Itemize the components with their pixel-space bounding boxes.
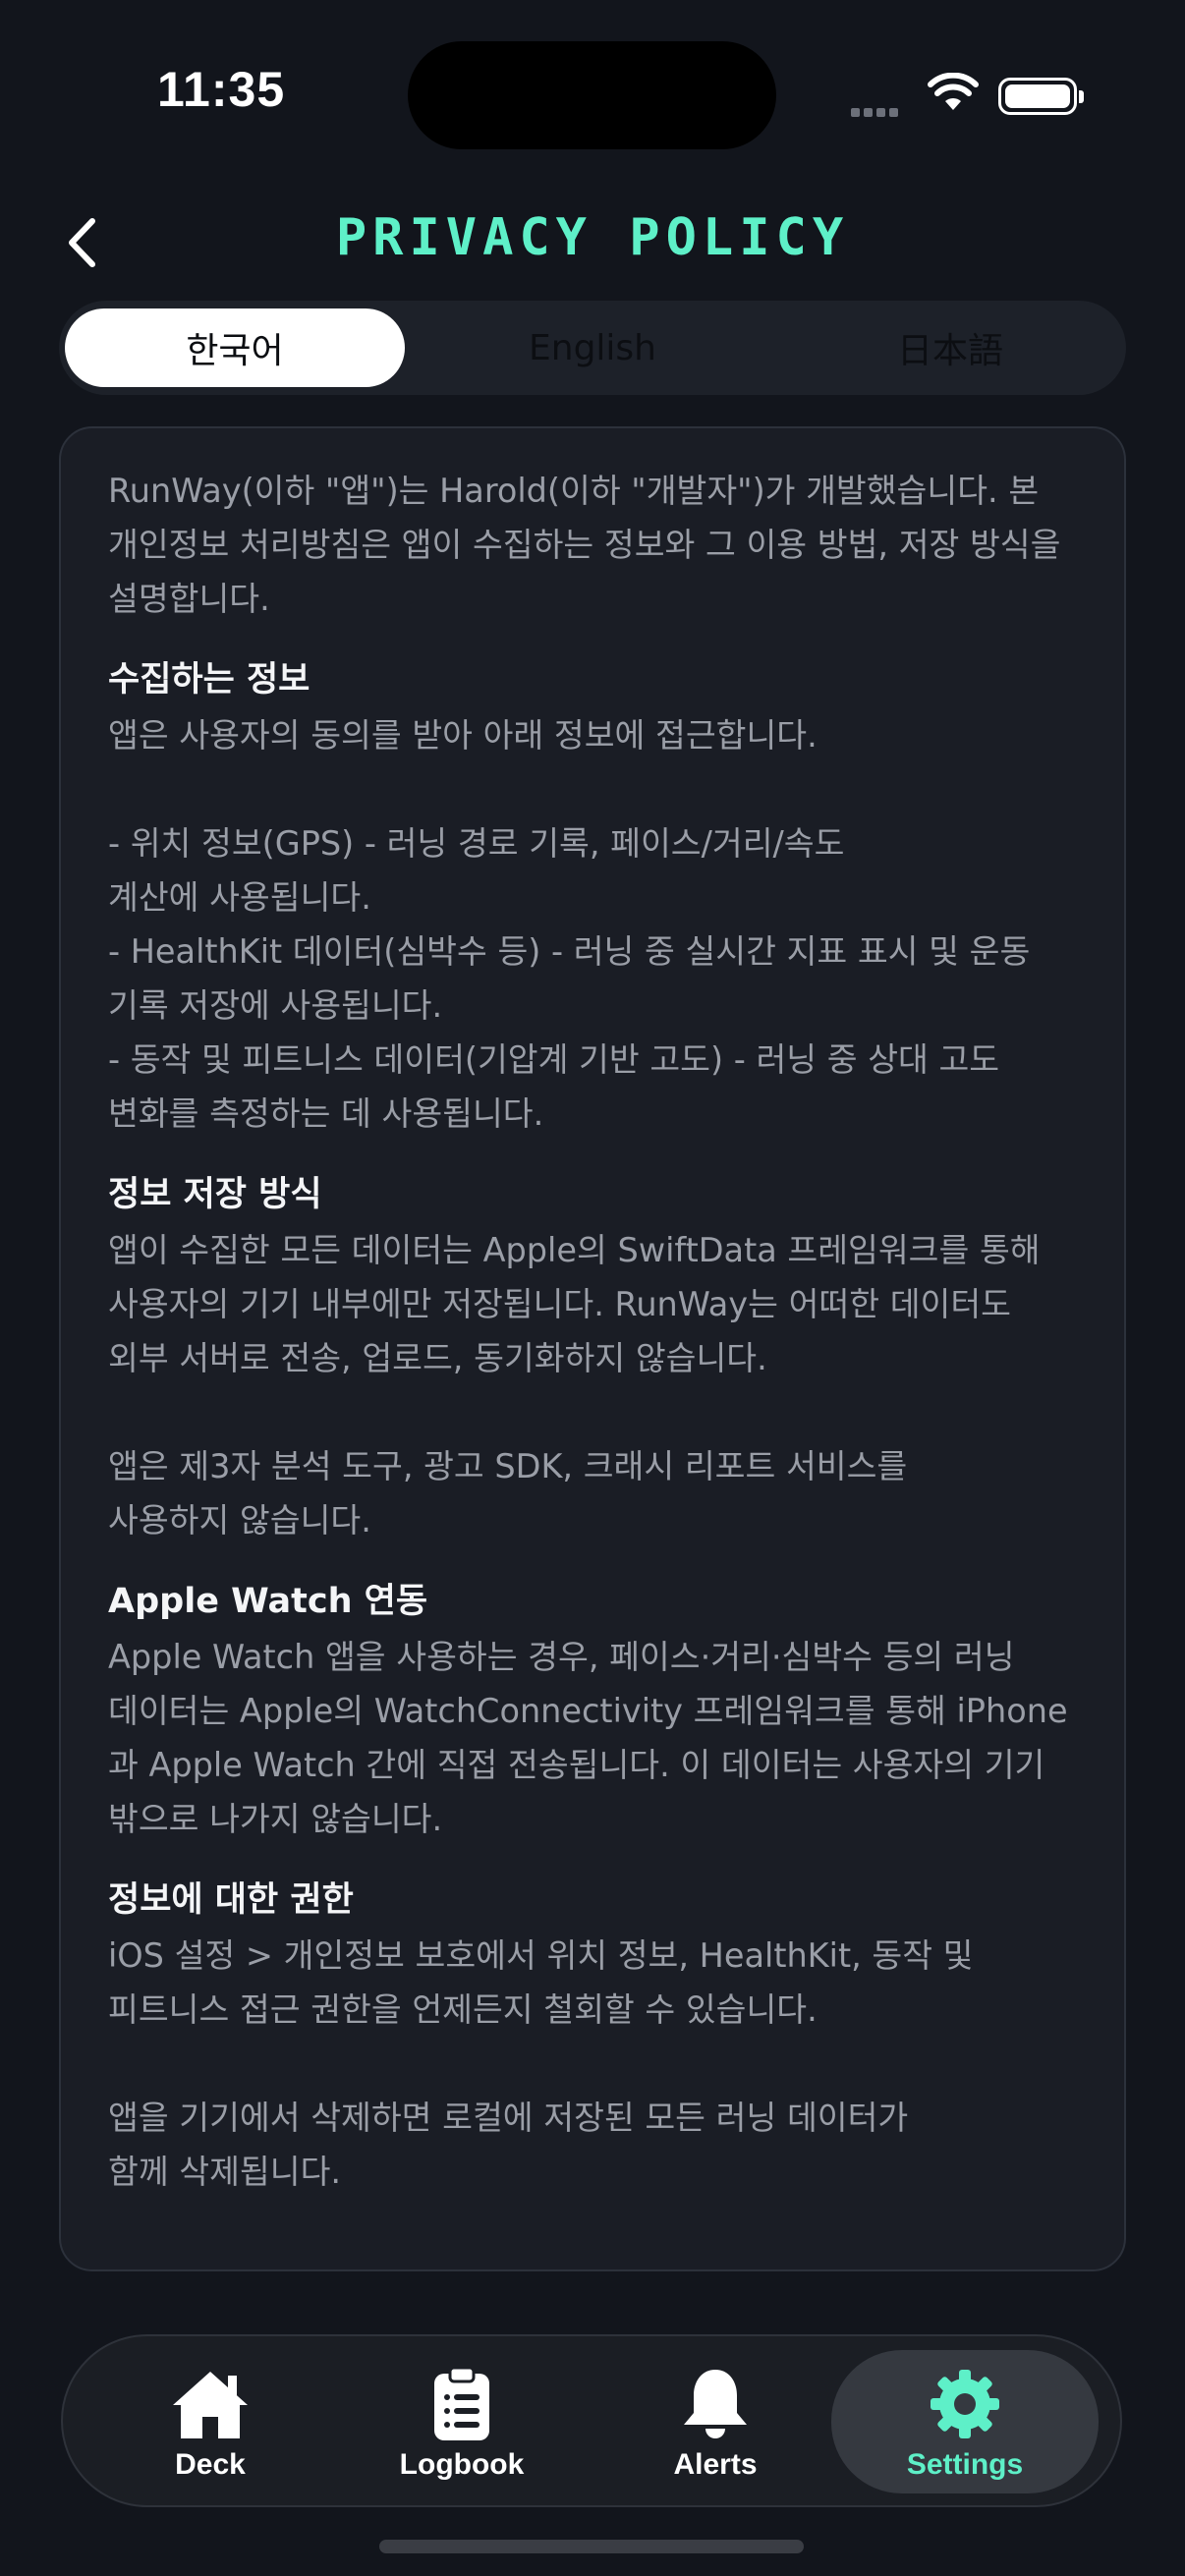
section-heading-permissions: 정보에 대한 권한: [108, 1880, 354, 1920]
wifi-icon: [928, 72, 979, 116]
tab-deck[interactable]: Deck: [77, 2350, 344, 2493]
section-heading-collected-info: 수집하는 정보: [108, 660, 310, 700]
battery-icon: [998, 78, 1084, 115]
policy-intro: RunWay(이하 "앱")는 Harold(이하 "개발자")가 개발했습니다…: [108, 472, 1061, 618]
section-heading-storage: 정보 저장 방식: [108, 1175, 322, 1214]
section-body-permissions: iOS 설정 > 개인정보 보호에서 위치 정보, HealthKit, 동작 …: [108, 1936, 974, 2191]
policy-card: RunWay(이하 "앱")는 Harold(이하 "개발자")가 개발했습니다…: [59, 426, 1126, 2271]
status-bar: 11:35: [0, 0, 1185, 196]
language-option-korean[interactable]: 한국어: [65, 308, 405, 387]
dynamic-island: [408, 41, 776, 149]
section-body-collected-info: 앱은 사용자의 동의를 받아 아래 정보에 접근합니다. - 위치 정보(GPS…: [108, 716, 1031, 1133]
bell-icon: [684, 2370, 747, 2438]
navigation-bar: PRIVACY POLICY: [0, 196, 1185, 295]
language-option-english[interactable]: English: [423, 308, 762, 387]
tab-logbook-label: Logbook: [399, 2448, 525, 2481]
section-heading-apple-watch: Apple Watch 연동: [108, 1582, 428, 1621]
gear-icon: [931, 2370, 999, 2438]
section-body-storage: 앱이 수집한 모든 데이터는 Apple의 SwiftData 프레임워크를 통…: [108, 1231, 1041, 1540]
clipboard-icon: [434, 2366, 489, 2440]
language-option-japanese[interactable]: 日本語: [780, 308, 1120, 387]
language-segmented-control: 한국어 English 日本語: [59, 301, 1126, 395]
tab-bar: Deck Logbook Alerts Settings: [61, 2334, 1122, 2507]
cellular-icon: [851, 102, 902, 121]
tab-deck-label: Deck: [175, 2448, 246, 2481]
tab-settings-label: Settings: [906, 2448, 1024, 2481]
tab-settings[interactable]: Settings: [831, 2350, 1099, 2493]
tab-logbook[interactable]: Logbook: [328, 2350, 595, 2493]
tab-alerts[interactable]: Alerts: [582, 2350, 849, 2493]
tab-alerts-label: Alerts: [673, 2448, 758, 2481]
page-title: PRIVACY POLICY: [335, 208, 850, 267]
house-icon: [173, 2372, 248, 2438]
section-body-apple-watch: Apple Watch 앱을 사용하는 경우, 페이스·거리·심박수 등의 러닝…: [108, 1638, 1068, 1838]
status-time: 11:35: [157, 62, 286, 117]
home-indicator: [379, 2540, 804, 2553]
